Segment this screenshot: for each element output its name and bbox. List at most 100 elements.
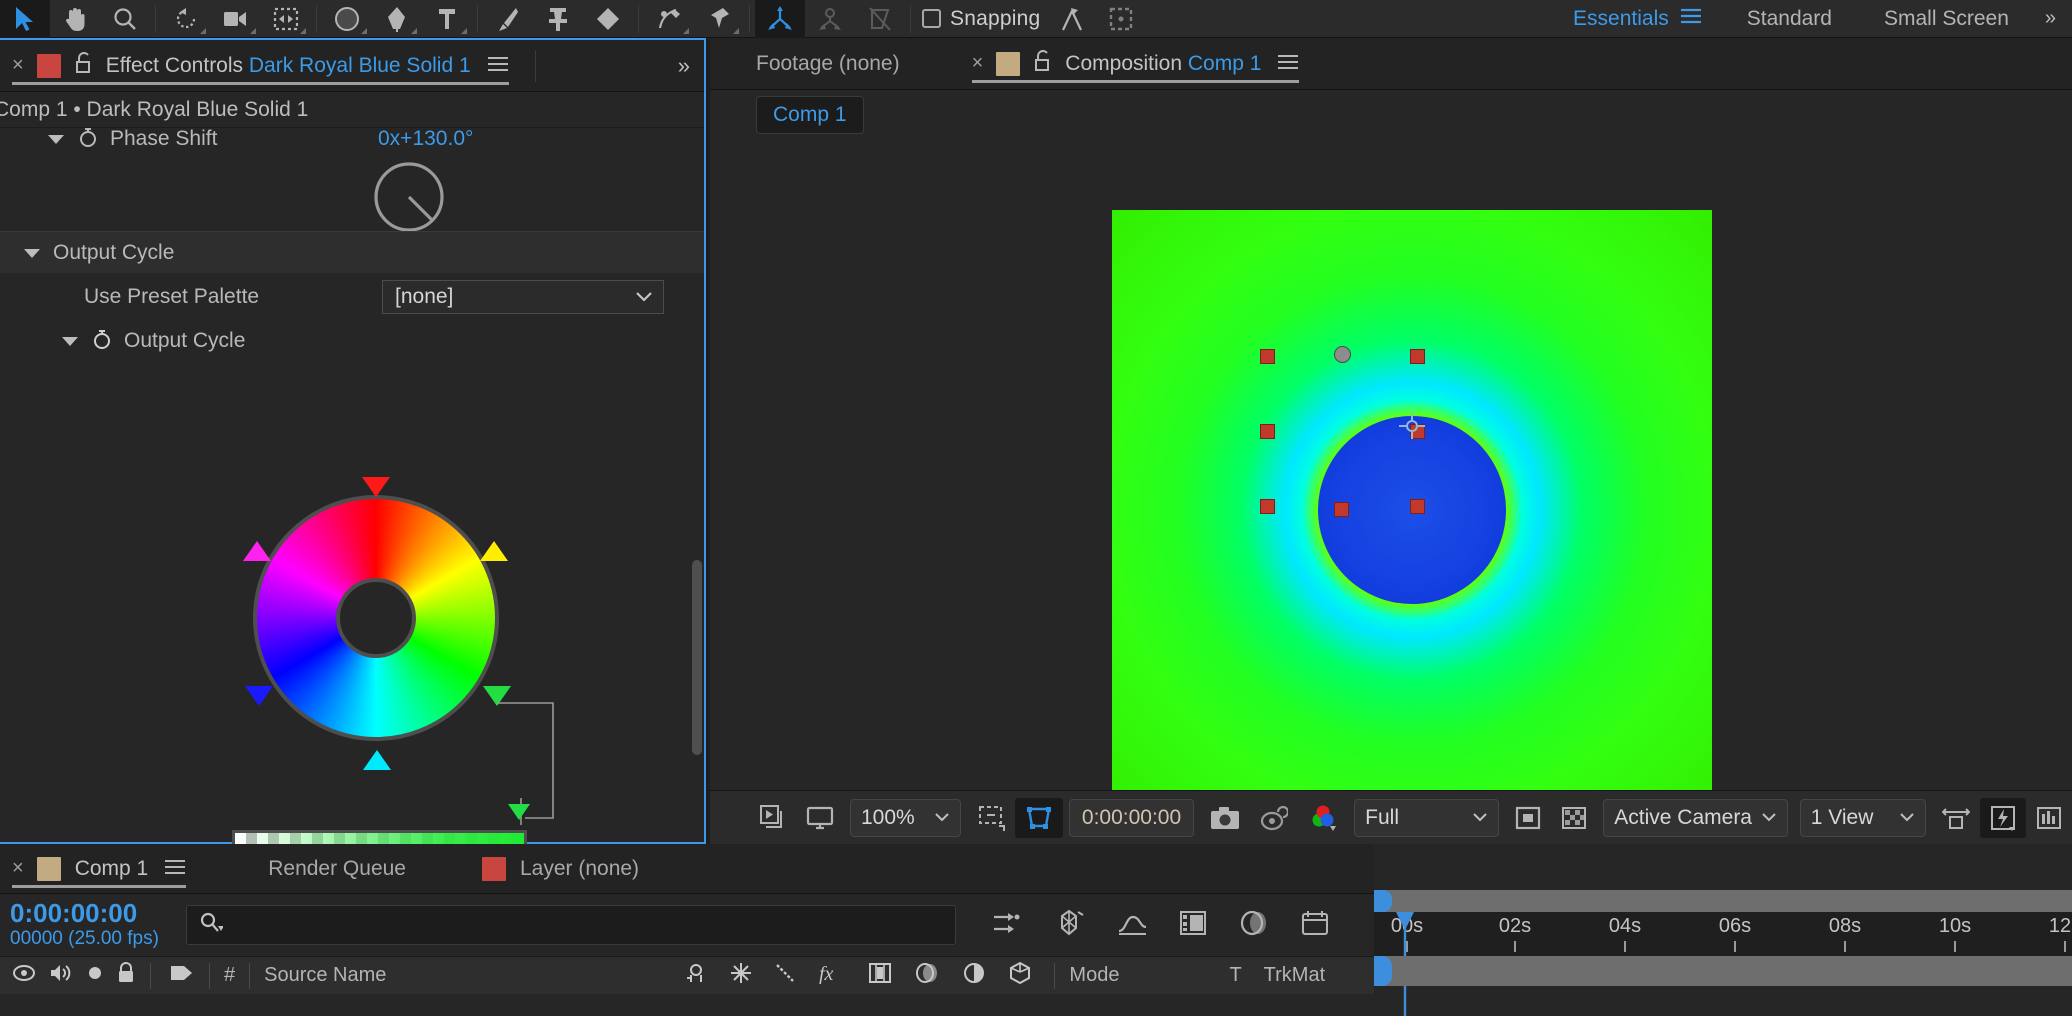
monitor-icon[interactable] (796, 798, 844, 838)
close-icon[interactable]: × (972, 52, 984, 75)
always-preview-icon[interactable] (750, 798, 796, 838)
timeline-search-input[interactable] (186, 905, 956, 945)
video-toggle-icon[interactable] (12, 963, 36, 989)
axis-scale-tool[interactable] (855, 0, 905, 38)
region-of-interest-icon[interactable] (967, 798, 1015, 838)
chevron-down-icon[interactable] (1761, 808, 1777, 828)
workspace-standard[interactable]: Standard (1721, 0, 1858, 38)
brush-tool[interactable] (483, 0, 533, 38)
anchor-point-icon[interactable] (1399, 413, 1425, 439)
search-field[interactable] (223, 913, 943, 937)
tab-footage[interactable]: Footage (none) (756, 52, 900, 76)
effect-controls-scrollbar[interactable] (692, 560, 702, 755)
zoom-level-dropdown[interactable]: 100% (850, 798, 961, 837)
time-ruler[interactable]: 00s 02s 04s 06s 08s 10s 12s (1374, 912, 2072, 956)
timeline-layer-area[interactable] (1374, 956, 2072, 986)
timeline-graph-icon[interactable] (2026, 798, 2072, 838)
motion-blur-toggle-icon[interactable] (1238, 909, 1270, 942)
dolly-tool[interactable] (261, 0, 311, 38)
collapse-transformations-icon[interactable] (730, 962, 752, 990)
tool-flyout-arrow[interactable] (461, 27, 467, 34)
marker-red[interactable] (362, 477, 390, 497)
marker-cyan[interactable] (363, 750, 391, 770)
3d-layer-icon[interactable] (1008, 961, 1032, 991)
composition-viewport[interactable] (710, 140, 2072, 810)
marker-magenta[interactable] (243, 541, 271, 561)
axis-rotate-tool[interactable] (805, 0, 855, 38)
take-snapshot-icon[interactable] (1200, 798, 1250, 838)
pen-tool[interactable] (372, 0, 422, 38)
marker-green[interactable] (483, 686, 511, 706)
layer-handle-top-left[interactable] (1260, 349, 1275, 364)
effects-fx-icon[interactable]: fx (818, 962, 846, 990)
roto-brush-tool[interactable] (644, 0, 694, 38)
type-tool[interactable] (422, 0, 472, 38)
panel-overflow-icon[interactable]: » (678, 53, 704, 79)
solo-toggle-icon[interactable] (86, 964, 104, 988)
workspace-essentials[interactable]: Essentials (1547, 0, 1675, 38)
tab-composition[interactable]: × Composition Comp 1 (960, 38, 1312, 90)
lock-toggle-icon[interactable] (116, 961, 136, 990)
snapping-checkbox[interactable] (922, 9, 941, 28)
panel-menu-icon[interactable] (487, 54, 509, 78)
frame-blending-icon[interactable] (868, 962, 892, 990)
chevron-down-icon[interactable] (934, 808, 950, 828)
toggle-transparency-grid-icon[interactable] (1551, 798, 1597, 838)
fast-previews-icon[interactable] (1980, 797, 2026, 838)
work-area-start-handle[interactable] (1374, 890, 1392, 912)
tab-comp-1[interactable]: × Comp 1 (0, 843, 198, 895)
tab-effect-controls[interactable]: × Effect Controls Dark Royal Blue Solid … (0, 40, 521, 92)
work-area-end-handle[interactable] (1374, 956, 1392, 986)
composition-canvas[interactable] (1112, 210, 1712, 810)
selection-tool[interactable] (0, 0, 50, 38)
tool-flyout-arrow[interactable] (200, 27, 206, 34)
layer-handle-bottom-left[interactable] (1260, 499, 1275, 514)
chevron-down-icon[interactable] (1899, 808, 1915, 828)
resolution-dropdown[interactable]: Full (1354, 798, 1500, 837)
shy-icon[interactable] (684, 962, 708, 990)
puppet-pin-tool[interactable] (694, 0, 744, 38)
eraser-tool[interactable] (583, 0, 633, 38)
tab-layer-none[interactable]: Layer (none) (470, 843, 651, 895)
audio-toggle-icon[interactable] (48, 962, 74, 990)
close-icon[interactable]: × (12, 54, 24, 77)
layer-handle-top-right[interactable] (1410, 349, 1425, 364)
pan-behind-camera-tool[interactable] (211, 0, 261, 38)
panel-menu-icon[interactable] (1277, 52, 1299, 76)
label-color-icon[interactable] (169, 962, 195, 990)
clone-stamp-tool[interactable] (533, 0, 583, 38)
current-timecode[interactable]: 0:00:00:00 (1068, 798, 1195, 837)
snapping-toggle[interactable]: Snapping (916, 7, 1046, 31)
film-strip-icon[interactable] (1178, 909, 1208, 942)
lock-icon[interactable] (75, 51, 93, 80)
comp-breadcrumb-chip[interactable]: Comp 1 (756, 96, 864, 134)
camera-dropdown[interactable]: Active Camera (1603, 798, 1788, 837)
output-cycle-wheel-widget[interactable] (0, 128, 704, 844)
snap-bounds-icon[interactable] (1096, 0, 1146, 38)
workspace-menu-icon[interactable] (1675, 7, 1721, 30)
region-of-interest-toggle-icon[interactable] (1505, 798, 1551, 838)
motion-blur-icon[interactable] (1052, 908, 1086, 943)
tool-flyout-arrow[interactable] (733, 27, 739, 34)
hand-tool[interactable] (50, 0, 100, 38)
auto-keyframe-icon[interactable] (1300, 909, 1330, 942)
tool-flyout-arrow[interactable] (300, 27, 306, 34)
transparency-grid-icon[interactable] (1014, 797, 1063, 838)
workspace-small-screen[interactable]: Small Screen (1858, 0, 2035, 38)
layer-handle-mid-left[interactable] (1260, 424, 1275, 439)
lock-icon[interactable] (1034, 49, 1052, 78)
graph-editor-icon[interactable] (1116, 909, 1148, 942)
motion-blur-switch-icon[interactable] (914, 962, 940, 990)
axis-move-tool[interactable] (755, 0, 805, 38)
work-area-bar[interactable] (1374, 890, 2072, 912)
snap-vertex-icon[interactable] (1046, 0, 1096, 38)
shape-tool[interactable] (322, 0, 372, 38)
marker-strip-green[interactable] (508, 804, 530, 820)
layer-handle-bottom-right[interactable] (1410, 499, 1425, 514)
orbit-tool[interactable] (161, 0, 211, 38)
marker-yellow[interactable] (480, 541, 508, 561)
pixel-aspect-correction-icon[interactable] (1932, 798, 1980, 838)
show-snapshot-icon[interactable] (1250, 798, 1298, 838)
views-dropdown[interactable]: 1 View (1799, 798, 1926, 837)
zoom-tool[interactable] (100, 0, 150, 38)
